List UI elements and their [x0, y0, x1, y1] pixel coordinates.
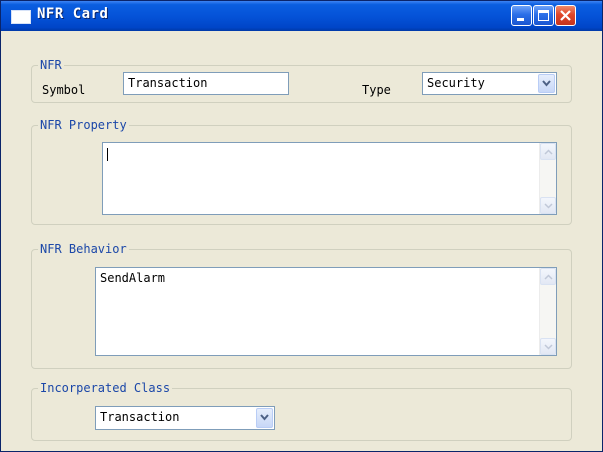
chevron-down-icon — [260, 414, 269, 421]
incorporated-class-select[interactable]: Transaction — [95, 406, 275, 430]
symbol-input[interactable]: Transaction — [123, 72, 289, 95]
chevron-up-icon — [544, 274, 553, 280]
symbol-input-value: Transaction — [128, 76, 208, 90]
nfr-behavior-scroll-up-button[interactable] — [540, 268, 556, 285]
type-label: Type — [362, 83, 391, 97]
window-title: NFR Card — [37, 6, 109, 22]
title-bar[interactable]: NFR Card — [1, 1, 602, 31]
chevron-down-icon — [542, 80, 551, 87]
nfr-behavior-legend: NFR Behavior — [38, 242, 129, 256]
chevron-down-icon — [544, 344, 553, 350]
text-caret — [107, 148, 108, 161]
nfr-behavior-textarea[interactable]: SendAlarm — [95, 267, 557, 356]
close-button[interactable] — [555, 5, 576, 26]
window-icon — [11, 10, 31, 24]
minimize-button[interactable] — [511, 5, 532, 26]
chevron-up-icon — [544, 149, 553, 155]
incorporated-class-legend: Incorperated Class — [38, 381, 173, 395]
incorporated-class-value: Transaction — [100, 410, 180, 424]
nfr-behavior-scrollbar[interactable] — [539, 268, 556, 355]
nfr-property-legend: NFR Property — [38, 118, 129, 132]
type-select[interactable]: Security — [422, 72, 557, 95]
type-select-dropdown-button[interactable] — [538, 74, 555, 93]
close-icon — [560, 10, 571, 21]
nfr-behavior-scroll-down-button[interactable] — [540, 338, 556, 355]
nfr-group-legend: NFR — [38, 58, 64, 72]
maximize-button[interactable] — [533, 5, 554, 26]
nfr-property-scrollbar[interactable] — [539, 143, 556, 214]
chevron-down-icon — [544, 203, 553, 209]
nfr-property-scroll-up-button[interactable] — [540, 143, 556, 160]
minimize-icon — [517, 18, 524, 21]
nfr-property-scroll-down-button[interactable] — [540, 197, 556, 214]
symbol-label: Symbol — [42, 83, 86, 97]
type-select-value: Security — [427, 76, 485, 90]
maximize-icon — [538, 10, 549, 21]
nfr-card-window: NFR Card NFR Symbol Transaction Type Sec… — [0, 0, 603, 452]
nfr-property-textarea[interactable] — [102, 142, 557, 215]
nfr-behavior-value: SendAlarm — [100, 271, 166, 285]
incorporated-class-dropdown-button[interactable] — [256, 408, 273, 428]
